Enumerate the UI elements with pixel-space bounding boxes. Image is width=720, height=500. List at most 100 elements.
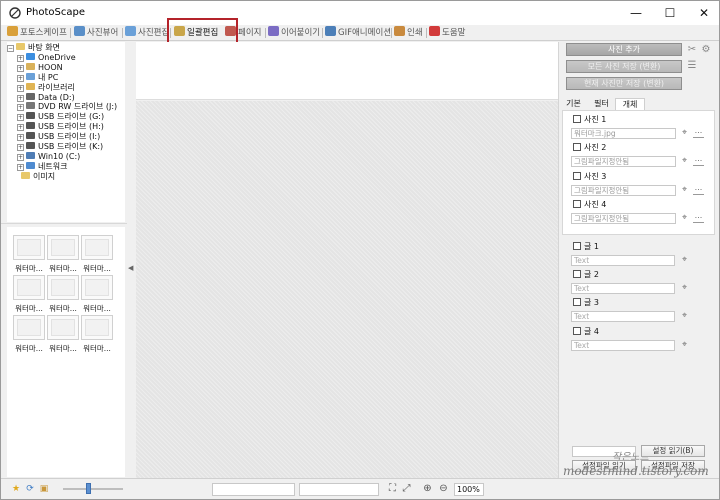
photo-field[interactable]: 워터마크.jpg xyxy=(571,128,676,139)
text-checkbox[interactable] xyxy=(573,298,581,306)
tab-gif-animation[interactable]: GIF애니메이션 xyxy=(325,26,391,41)
remove-photo-icon[interactable]: ✂ xyxy=(687,45,697,55)
tab-basic[interactable]: 기본 xyxy=(564,98,583,110)
tree-item[interactable]: + HOON xyxy=(17,62,63,73)
tab-filter[interactable]: 필터 xyxy=(588,98,615,110)
photo-position-icon[interactable]: ⌖ xyxy=(680,185,689,195)
slider-handle[interactable] xyxy=(86,483,91,494)
text-checkbox[interactable] xyxy=(573,327,581,335)
photo-position-icon[interactable]: ⌖ xyxy=(680,156,689,166)
thumbnail-image[interactable] xyxy=(81,235,113,260)
tree-item[interactable]: + USB 드라이브 (K:) xyxy=(17,142,103,152)
zoom-in-icon[interactable]: ⊕ xyxy=(421,483,434,496)
expand-node-icon[interactable]: + xyxy=(17,114,24,122)
thumbnail-image[interactable] xyxy=(47,235,79,260)
expand-node-icon[interactable]: + xyxy=(17,124,24,132)
panel-collapse-strip[interactable] xyxy=(127,42,136,478)
photo-list-strip[interactable] xyxy=(136,42,558,100)
tree-item[interactable]: + USB 드라이브 (G:) xyxy=(17,112,104,122)
expand-node-icon[interactable]: + xyxy=(17,74,24,82)
browse-photo-button[interactable]: ... xyxy=(693,127,704,138)
expand-node-icon[interactable]: + xyxy=(17,54,24,62)
refresh-icon[interactable]: ⟳ xyxy=(25,484,35,494)
fit-icon[interactable]: ⛶ xyxy=(386,483,399,496)
actual-size-icon[interactable]: ⤢ xyxy=(400,483,413,496)
load-settings-button[interactable]: 설정 읽기(B) xyxy=(641,445,705,457)
text-position-icon[interactable]: ⌖ xyxy=(680,283,689,293)
thumbnail-size-slider[interactable] xyxy=(63,488,123,490)
photo-position-icon[interactable]: ⌖ xyxy=(680,213,689,223)
tree-item[interactable]: + 라이브러리 xyxy=(17,82,75,93)
minimize-button[interactable]: — xyxy=(619,1,653,25)
add-photo-button[interactable]: 사진 추가 xyxy=(566,43,682,56)
expand-node-icon[interactable]: + xyxy=(17,144,24,151)
photo-checkbox[interactable] xyxy=(573,115,581,123)
photo-field[interactable]: 그림파일지정안됨 xyxy=(571,185,676,196)
settings-icon[interactable]: ⚙ xyxy=(701,45,711,55)
photo-checkbox[interactable] xyxy=(573,143,581,151)
browse-photo-button[interactable]: ... xyxy=(693,184,704,195)
text-position-icon[interactable]: ⌖ xyxy=(680,311,689,321)
text-field[interactable]: Text xyxy=(571,311,675,322)
text-position-icon[interactable]: ⌖ xyxy=(680,255,689,265)
browse-photo-button[interactable]: ... xyxy=(693,155,704,166)
text-field[interactable]: Text xyxy=(571,340,675,351)
tree-item[interactable]: 이미지 xyxy=(21,171,55,182)
save-current-photo-button[interactable]: 현재 사진만 저장 (변환) xyxy=(566,77,682,90)
folder-icon[interactable]: ▣ xyxy=(39,484,49,494)
tab-help[interactable]: 도움말 xyxy=(429,26,465,41)
tree-item[interactable]: + OneDrive xyxy=(17,52,76,63)
photo-checkbox[interactable] xyxy=(573,172,581,180)
photo-checkbox[interactable] xyxy=(573,200,581,208)
star-icon[interactable]: ★ xyxy=(11,484,21,494)
photo-position-icon[interactable]: ⌖ xyxy=(680,128,689,138)
maximize-button[interactable]: ☐ xyxy=(653,1,687,25)
folder-tree[interactable]: − 바탕 화면 + OneDrive + HOON + 내 PC + 라이브러리 + Data (D:… xyxy=(7,42,125,222)
tab-object[interactable]: 개체 xyxy=(615,98,645,110)
thumbnail-image[interactable] xyxy=(13,235,45,260)
tree-item[interactable]: + 내 PC xyxy=(17,72,58,83)
save-all-photos-button[interactable]: 모든 사진 저장 (변환) xyxy=(566,60,682,73)
collapse-node-icon[interactable]: − xyxy=(7,45,14,52)
thumbnail-image[interactable] xyxy=(81,315,113,340)
photo-field[interactable]: 그림파일지정안됨 xyxy=(571,213,676,224)
preview-canvas[interactable] xyxy=(136,101,558,478)
text-checkbox[interactable] xyxy=(573,270,581,278)
thumbnail-image[interactable] xyxy=(47,275,79,300)
tree-item[interactable]: + Data (D:) xyxy=(17,92,75,103)
text-checkbox[interactable] xyxy=(573,242,581,250)
tree-item[interactable]: + Win10 (C:) xyxy=(17,151,80,162)
browse-photo-button[interactable]: ... xyxy=(693,212,704,223)
left-panel-splitter[interactable] xyxy=(1,223,127,226)
zoom-level[interactable]: 100% xyxy=(454,483,484,496)
tab-viewer[interactable]: 사진뷰어 xyxy=(74,26,118,41)
text-field[interactable]: Text xyxy=(571,283,675,294)
text-position-icon[interactable]: ⌖ xyxy=(680,340,689,350)
thumbnail-image[interactable] xyxy=(81,275,113,300)
tab-photoscape[interactable]: 포토스케이프 xyxy=(7,26,67,41)
expand-node-icon[interactable]: + xyxy=(17,104,24,112)
thumbnail-image[interactable] xyxy=(47,315,79,340)
zoom-out-icon[interactable]: ⊖ xyxy=(437,483,450,496)
expand-node-icon[interactable]: + xyxy=(17,84,24,92)
list-menu-icon[interactable]: ☰ xyxy=(687,61,697,71)
photo-field[interactable]: 그림파일지정안됨 xyxy=(571,156,676,167)
tab-combine[interactable]: 이어붙이기 xyxy=(268,26,320,41)
expand-node-icon[interactable]: + xyxy=(17,153,24,161)
tab-editor[interactable]: 사진편집 xyxy=(125,26,169,41)
tree-item[interactable]: + USB 드라이브 (I:) xyxy=(17,132,100,142)
expand-node-icon[interactable]: + xyxy=(17,163,24,171)
thumbnail-image[interactable] xyxy=(13,275,45,300)
expand-node-icon[interactable]: + xyxy=(17,94,24,102)
close-button[interactable]: ✕ xyxy=(687,1,720,25)
thumbnail-image[interactable] xyxy=(13,315,45,340)
tree-item[interactable]: + 네트워크 xyxy=(17,161,67,172)
tab-print[interactable]: 인쇄 xyxy=(394,26,423,41)
text-field[interactable]: Text xyxy=(571,255,675,266)
tree-item[interactable]: + USB 드라이브 (H:) xyxy=(17,122,104,132)
expand-node-icon[interactable]: + xyxy=(17,134,24,142)
expand-node-icon[interactable]: + xyxy=(17,64,24,72)
tree-item[interactable]: + DVD RW 드라이브 (J:) xyxy=(17,102,117,112)
collapse-left-icon[interactable]: ◀ xyxy=(128,264,134,272)
tree-item[interactable]: − 바탕 화면 xyxy=(7,43,60,53)
